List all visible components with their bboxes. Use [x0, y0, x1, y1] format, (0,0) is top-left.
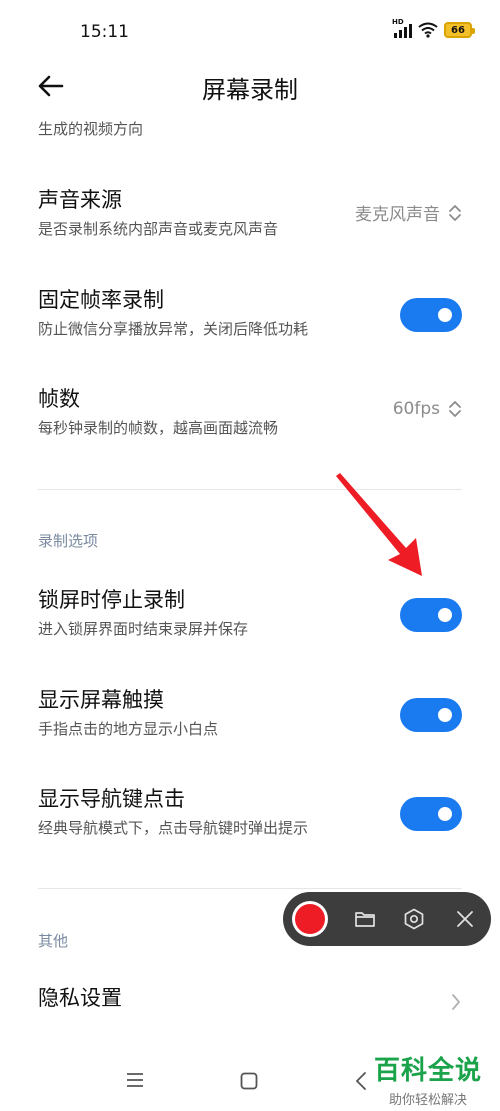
fps-subtitle: 每秒钟录制的帧数，越高画面越流畅	[38, 419, 279, 437]
stop-on-lock-title: 锁屏时停止录制	[38, 588, 185, 612]
record-button[interactable]	[292, 901, 328, 937]
section-header-recording-options: 录制选项	[38, 532, 99, 550]
home-nav-icon[interactable]	[240, 1072, 258, 1090]
stop-on-lock-item: 锁屏时停止录制 进入锁屏界面时结束录屏并保存	[38, 586, 462, 640]
back-nav-icon[interactable]	[355, 1072, 367, 1090]
show-nav-keys-title: 显示导航键点击	[38, 787, 185, 811]
fixed-fps-subtitle: 防止微信分享播放异常，关闭后降低功耗	[38, 320, 309, 338]
show-touches-toggle[interactable]	[400, 698, 462, 732]
divider	[38, 888, 462, 889]
settings-hex-icon[interactable]	[402, 907, 426, 931]
fps-item[interactable]: 帧数 每秒钟录制的帧数，越高画面越流畅 60fps	[38, 385, 462, 439]
folder-icon[interactable]	[353, 907, 377, 931]
title-bar: 屏幕录制	[0, 60, 500, 112]
fixed-fps-toggle[interactable]	[400, 298, 462, 332]
watermark-main: 百科全说	[373, 1056, 482, 1086]
stop-on-lock-toggle[interactable]	[400, 598, 462, 632]
battery-icon: 66	[444, 22, 475, 38]
watermark-sub: 助你轻松解决	[388, 1093, 467, 1108]
watermark: 百科全说 助你轻松解决	[374, 1050, 482, 1108]
section-header-other: 其他	[38, 932, 69, 950]
annotation-arrow	[336, 473, 422, 576]
battery-level: 66	[451, 24, 465, 36]
chevron-right-icon	[452, 994, 460, 1010]
fps-value: 60fps	[392, 399, 440, 419]
audio-source-value: 麦克风声音	[355, 205, 440, 225]
show-touches-item: 显示屏幕触摸 手指点击的地方显示小白点	[38, 686, 462, 740]
audio-source-select[interactable]: 麦克风声音	[355, 200, 462, 225]
video-orientation-subtitle: 生成的视频方向	[38, 120, 144, 138]
privacy-settings-item[interactable]: 隐私设置	[38, 984, 462, 1012]
show-nav-keys-subtitle: 经典导航模式下，点击导航键时弹出提示	[38, 819, 309, 837]
fps-select[interactable]: 60fps	[393, 399, 462, 419]
menu-nav-icon[interactable]	[126, 1072, 144, 1088]
show-nav-keys-toggle[interactable]	[400, 797, 462, 831]
status-icons: HD 66	[392, 18, 475, 38]
hd-badge: HD	[392, 18, 404, 26]
signal-icon: HD	[392, 18, 412, 38]
show-nav-keys-item: 显示导航键点击 经典导航模式下，点击导航键时弹出提示	[38, 785, 462, 839]
up-down-chevron-icon	[448, 399, 462, 419]
privacy-settings-title: 隐私设置	[38, 986, 122, 1010]
status-time: 15:11	[80, 22, 129, 42]
stop-on-lock-subtitle: 进入锁屏界面时结束录屏并保存	[38, 620, 249, 638]
floating-recorder	[283, 892, 491, 946]
fixed-fps-item: 固定帧率录制 防止微信分享播放异常，关闭后降低功耗	[38, 286, 462, 340]
fixed-fps-title: 固定帧率录制	[38, 288, 164, 312]
status-bar: 15:11 HD 66	[0, 0, 500, 66]
up-down-chevron-icon	[448, 203, 462, 223]
show-touches-subtitle: 手指点击的地方显示小白点	[38, 720, 219, 738]
wifi-icon	[418, 22, 438, 38]
page-title: 屏幕录制	[202, 76, 298, 104]
show-touches-title: 显示屏幕触摸	[38, 688, 164, 712]
close-icon[interactable]	[453, 907, 477, 931]
audio-source-item[interactable]: 声音来源 是否录制系统内部声音或麦克风声音 麦克风声音	[38, 186, 462, 240]
